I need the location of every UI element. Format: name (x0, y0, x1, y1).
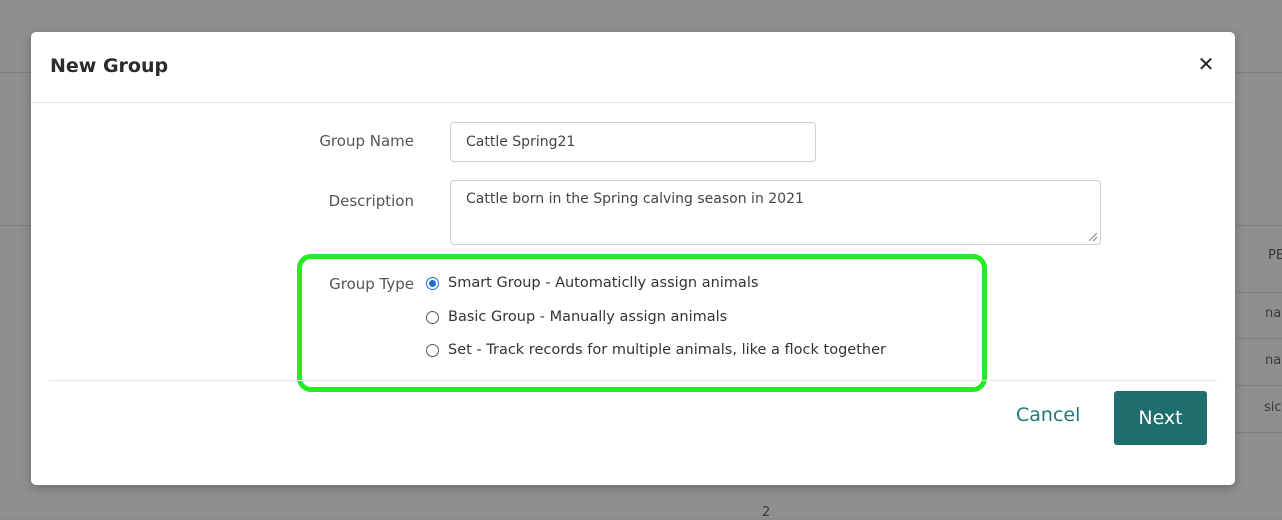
description-label: Description (328, 192, 414, 210)
radio-option-smart-group[interactable]: Smart Group - Automaticlly assign animal… (426, 275, 758, 291)
description-value: Cattle born in the Spring calving season… (466, 191, 804, 207)
radio-label: Set - Track records for multiple animals… (448, 342, 886, 358)
background-divider (1235, 385, 1282, 386)
group-type-label: Group Type (329, 275, 414, 293)
radio-unselected-icon[interactable] (426, 343, 439, 357)
background-divider (1235, 432, 1282, 433)
radio-option-basic-group[interactable]: Basic Group - Manually assign animals (426, 309, 727, 325)
radio-unselected-icon[interactable] (426, 310, 439, 324)
background-cell: na (1265, 306, 1282, 321)
background-divider (1235, 292, 1282, 293)
background-cell: na (1265, 353, 1282, 368)
resize-grip-icon[interactable] (1089, 233, 1097, 241)
radio-option-set[interactable]: Set - Track records for multiple animals… (426, 342, 886, 358)
background-divider (1235, 225, 1282, 226)
background-divider (1235, 338, 1282, 339)
background-column-header: PE (1268, 248, 1282, 263)
radio-label: Basic Group - Manually assign animals (448, 309, 728, 325)
description-textarea[interactable]: Cattle born in the Spring calving season… (450, 180, 1101, 245)
cancel-button[interactable]: Cancel (1016, 404, 1080, 426)
background-cell: sic (1264, 400, 1282, 415)
radio-label: Smart Group - Automaticlly assign animal… (448, 275, 759, 291)
background-divider (1235, 72, 1282, 73)
next-button[interactable]: Next (1114, 391, 1207, 445)
group-name-input[interactable] (450, 122, 816, 162)
radio-selected-icon[interactable] (426, 276, 439, 290)
background-divider (0, 72, 31, 73)
background-divider (0, 225, 31, 226)
close-icon[interactable]: ✕ (1195, 53, 1217, 75)
group-name-label: Group Name (319, 132, 414, 150)
dialog-header: New Group ✕ (31, 32, 1235, 103)
dialog-title: New Group (50, 55, 169, 77)
new-group-dialog: New Group ✕ Group Name Description Cattl… (31, 32, 1235, 485)
footer-divider (49, 380, 1217, 381)
